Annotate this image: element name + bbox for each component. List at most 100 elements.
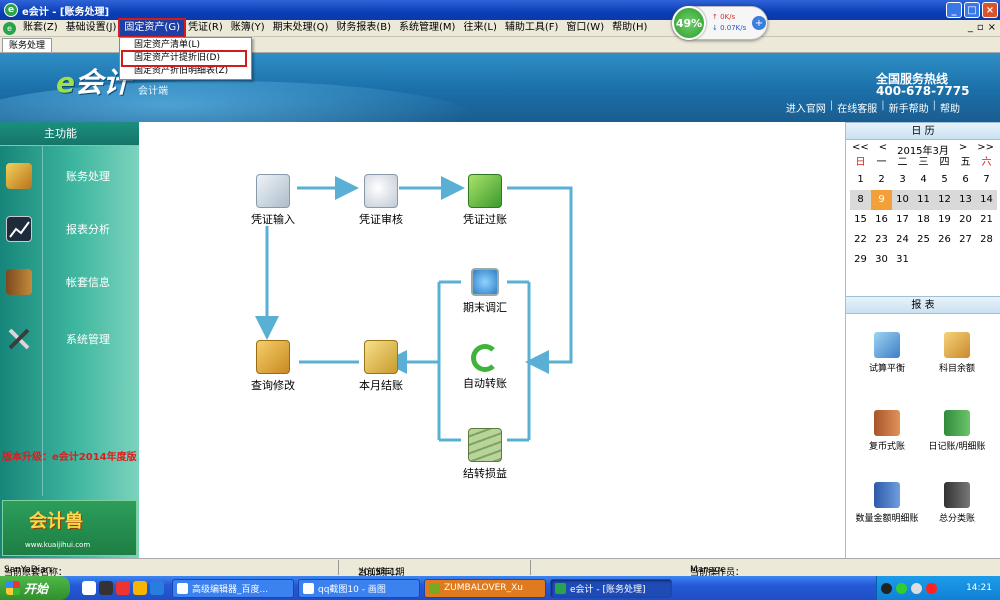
network-speed-widget[interactable]: 49% ↑ 0K/s ↓ 0.07K/s + (672, 6, 768, 40)
calendar-day[interactable]: 31 (892, 250, 913, 270)
menu-help[interactable]: 帮助(H) (608, 20, 651, 36)
menu-system-management[interactable]: 系统管理(M) (395, 20, 459, 36)
coins-icon (944, 332, 970, 358)
maximize-button[interactable]: □ (964, 2, 980, 18)
qq-icon[interactable] (99, 581, 113, 595)
calendar-day[interactable]: 28 (976, 230, 997, 250)
volume-tray-icon[interactable] (911, 582, 922, 594)
menu-tools[interactable]: 辅助工具(F) (501, 20, 563, 36)
sidebar-item-accounting[interactable]: 账务处理 (0, 148, 139, 204)
menu-fixed-assets[interactable]: 固定资产(G) (118, 18, 186, 38)
calendar-day[interactable]: 11 (913, 190, 934, 210)
task-browser[interactable]: 高级编辑器_百度... (172, 578, 294, 598)
menu-transactions[interactable]: 往来(L) (459, 20, 500, 36)
calendar-day[interactable]: 29 (850, 250, 871, 270)
sidebar-item-report-analysis[interactable]: 报表分析 (0, 201, 139, 257)
menu-item-asset-list[interactable]: 固定资产清单(L) (120, 39, 251, 52)
calendar-day[interactable]: 13 (955, 190, 976, 210)
desktop-icon[interactable] (82, 581, 96, 595)
report-multi-currency[interactable]: 复币式账 (852, 410, 922, 452)
mdi-restore-button[interactable]: ▫ (977, 22, 984, 33)
task-paint[interactable]: qq截图10 - 画图 (298, 578, 420, 598)
close-button[interactable]: × (982, 2, 998, 18)
weekday-label: 三 (918, 157, 929, 168)
calendar-day[interactable]: 21 (976, 210, 997, 230)
calendar-day[interactable]: 1 (850, 170, 871, 190)
qq-tray-icon[interactable] (881, 582, 892, 594)
flow-node-carry-profit[interactable]: 结转损益 (445, 428, 525, 481)
sidebar-item-account-info[interactable]: 帐套信息 (0, 254, 139, 310)
flow-node-voucher-input[interactable]: 凭证输入 (233, 174, 313, 227)
link-official-site[interactable]: 进入官网 (786, 100, 826, 115)
calendar-day[interactable]: 25 (913, 230, 934, 250)
menu-financial-reports[interactable]: 财务报表(B) (332, 20, 395, 36)
calendar-day[interactable]: 22 (850, 230, 871, 250)
task-zumba[interactable]: ZUMBALOVER_Xu (424, 578, 546, 598)
calendar-day[interactable]: 17 (892, 210, 913, 230)
calendar-day[interactable]: 16 (871, 210, 892, 230)
calendar-day[interactable]: 9 (871, 190, 892, 210)
next-year-button[interactable]: >> (977, 142, 994, 155)
report-general-ledger[interactable]: 总分类账 (922, 482, 992, 524)
report-journal-detail[interactable]: 日记账/明细账 (922, 410, 992, 452)
menu-window[interactable]: 窗口(W) (562, 20, 608, 36)
mdi-close-button[interactable]: × (988, 22, 996, 33)
flow-node-voucher-review[interactable]: 凭证审核 (341, 174, 421, 227)
menu-item-depreciation[interactable]: 固定资产计提折旧(D) (121, 50, 247, 67)
link-online-support[interactable]: 在线客服 (837, 100, 877, 115)
task-ekuaiji[interactable]: e会计 - [账务处理] (550, 578, 672, 598)
tab-accounting[interactable]: 账务处理 (2, 38, 53, 52)
calendar-day[interactable]: 30 (871, 250, 892, 270)
calendar-day[interactable]: 20 (955, 210, 976, 230)
network-tray-icon[interactable] (896, 582, 907, 594)
menu-ledger[interactable]: 账簿(Y) (227, 20, 269, 36)
calendar-day[interactable]: 27 (955, 230, 976, 250)
calendar-day[interactable]: 10 (892, 190, 913, 210)
menu-voucher[interactable]: 凭证(R) (184, 20, 227, 36)
link-help[interactable]: 帮助 (940, 100, 960, 115)
flow-node-period-summary[interactable]: 期末调汇 (445, 268, 525, 315)
upgrade-notice[interactable]: 版本升级：e会计2014年度版 (2, 448, 137, 463)
calendar-day[interactable]: 14 (976, 190, 997, 210)
calendar-day[interactable]: 4 (913, 170, 934, 190)
menu-basic-settings[interactable]: 基础设置(J) (62, 20, 121, 36)
media-icon[interactable] (133, 581, 147, 595)
report-account-balance[interactable]: 科目余额 (922, 332, 992, 374)
calendar-day[interactable]: 24 (892, 230, 913, 250)
calendar-day[interactable]: 6 (955, 170, 976, 190)
calendar-day[interactable]: 12 (934, 190, 955, 210)
report-quantity-amount[interactable]: 数量金额明细账 (852, 482, 922, 524)
calendar-day[interactable]: 2 (871, 170, 892, 190)
menu-period-end[interactable]: 期末处理(Q) (269, 20, 333, 36)
security-tray-icon[interactable] (926, 582, 937, 594)
calendar-day[interactable]: 5 (934, 170, 955, 190)
plus-icon[interactable]: + (752, 16, 766, 30)
minimize-button[interactable]: _ (946, 2, 962, 18)
next-month-button[interactable]: > (959, 142, 967, 155)
report-trial-balance[interactable]: 试算平衡 (852, 332, 922, 374)
start-button[interactable]: 开始 (0, 576, 70, 600)
prev-month-button[interactable]: < (879, 142, 887, 155)
calendar-day[interactable]: 26 (934, 230, 955, 250)
menu-item-depreciation-detail[interactable]: 固定资产折旧明细表(Z) (120, 65, 251, 78)
app-menu-icon[interactable]: e (3, 21, 16, 35)
window-titlebar[interactable]: e e会计 - [账务处理] _ □ × (0, 0, 1000, 20)
calendar-day[interactable]: 3 (892, 170, 913, 190)
link-beginner-help[interactable]: 新手帮助 (889, 100, 929, 115)
calendar-day[interactable]: 7 (976, 170, 997, 190)
browser-icon[interactable] (116, 581, 130, 595)
calendar-day[interactable]: 23 (871, 230, 892, 250)
calendar-day[interactable]: 19 (934, 210, 955, 230)
flow-node-query-modify[interactable]: 查询修改 (233, 340, 313, 393)
sidebar-item-system-management[interactable]: 系统管理 (0, 311, 139, 367)
flow-node-month-close[interactable]: 本月结账 (341, 340, 421, 393)
prev-year-button[interactable]: << (852, 142, 869, 155)
calendar-day[interactable]: 18 (913, 210, 934, 230)
menu-account-set[interactable]: 账套(Z) (19, 20, 62, 36)
calendar-day[interactable]: 8 (850, 190, 871, 210)
calendar-day[interactable]: 15 (850, 210, 871, 230)
ie-icon[interactable] (150, 581, 164, 595)
flow-node-voucher-post[interactable]: 凭证过账 (445, 174, 525, 227)
mdi-minimize-button[interactable]: _ (968, 22, 973, 33)
flow-node-auto-transfer[interactable]: 自动转账 (445, 344, 525, 391)
